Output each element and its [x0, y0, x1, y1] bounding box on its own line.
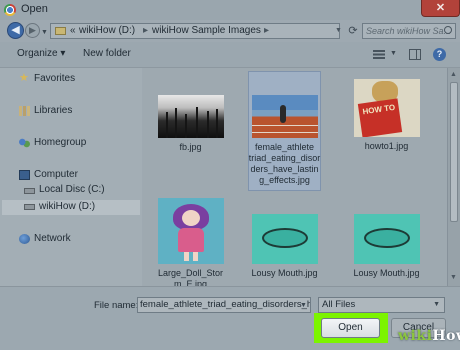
- scroll-down-icon[interactable]: ▼: [450, 274, 457, 281]
- open-button[interactable]: Open: [321, 318, 380, 338]
- forward-button[interactable]: ▶: [25, 23, 40, 38]
- wikihow-watermark: wikiHow: [398, 328, 460, 344]
- command-bar: Organize ▾ New folder ▼ ?: [0, 42, 460, 68]
- address-bar[interactable]: « wikiHow (D:) ▸ wikiHow Sample Images ▸…: [50, 23, 342, 39]
- back-button[interactable]: ◀: [7, 22, 24, 39]
- refresh-icon[interactable]: ⟳: [346, 23, 360, 39]
- file-name-line: g_effects.jpg: [259, 175, 310, 185]
- file-name-line: triad_eating_disor: [248, 153, 321, 163]
- file-thumbnail: HOW TO: [353, 79, 420, 137]
- nav-item-favorites[interactable]: Favorites: [34, 73, 75, 84]
- chrome-app-icon: [4, 4, 16, 16]
- file-name-line: ders_have_lastin: [250, 164, 319, 174]
- file-item[interactable]: HOW TO howto1.jpg: [344, 79, 429, 152]
- watermark-prefix: wiki: [398, 328, 433, 344]
- file-type-value: All Files: [322, 299, 356, 310]
- nav-item-network[interactable]: Network: [34, 233, 71, 244]
- file-name-input[interactable]: female_athlete_triad_eating_disorders_h: [137, 297, 311, 313]
- history-dropdown-icon[interactable]: ▼: [41, 29, 48, 36]
- file-name: female_athlete triad_eating_disor ders_h…: [242, 142, 327, 186]
- nav-item-wikihow-drive[interactable]: wikiHow (D:): [39, 201, 95, 212]
- computer-icon: [19, 170, 30, 180]
- file-type-dropdown-icon[interactable]: ▼: [433, 298, 440, 312]
- file-name-label: File name:: [94, 300, 139, 311]
- drive-icon: [24, 188, 35, 194]
- book-cover-text: HOW TO: [357, 98, 402, 137]
- file-thumbnail: [251, 214, 318, 264]
- file-thumbnail: [353, 214, 420, 264]
- search-placeholder: Search wikiHow Sa...: [366, 26, 452, 36]
- scrollbar-thumb[interactable]: [450, 82, 458, 222]
- search-icon[interactable]: [444, 26, 452, 34]
- file-thumbnail: [157, 198, 224, 264]
- file-item[interactable]: Large_Doll_Stor m_E.jpg: [148, 198, 233, 290]
- file-item-selected[interactable]: female_athlete triad_eating_disor ders_h…: [242, 95, 327, 186]
- nav-item-homegroup[interactable]: Homegroup: [34, 137, 86, 148]
- network-icon: [19, 234, 30, 244]
- file-item[interactable]: Lousy Mouth.jpg: [344, 214, 429, 279]
- scroll-up-icon[interactable]: ▲: [450, 71, 457, 78]
- file-name: Lousy Mouth.jpg: [353, 268, 420, 278]
- file-name: Lousy Mouth.jpg: [251, 268, 318, 278]
- organize-menu[interactable]: Organize ▾: [17, 48, 65, 59]
- title-bar: Open ✕: [0, 0, 460, 20]
- nav-item-computer[interactable]: Computer: [34, 169, 78, 180]
- nav-item-libraries[interactable]: Libraries: [34, 105, 72, 116]
- change-view-icon[interactable]: [373, 50, 385, 59]
- close-button[interactable]: ✕: [421, 0, 460, 17]
- file-name-line: female_athlete: [254, 142, 315, 152]
- drive-icon: [24, 204, 35, 210]
- star-icon: ★: [19, 72, 29, 84]
- homegroup-icon: [19, 138, 30, 148]
- breadcrumb-separator-icon[interactable]: ▸: [264, 24, 269, 38]
- watermark-suffix: How: [432, 328, 460, 344]
- folder-icon: [55, 27, 66, 35]
- breadcrumb-separator-icon[interactable]: ▸: [143, 24, 148, 38]
- preview-pane-icon[interactable]: [409, 49, 421, 60]
- open-dialog: Open ✕ ◀ ▶ ▼ « wikiHow (D:) ▸ wikiHow Sa…: [0, 0, 460, 350]
- breadcrumb-drive[interactable]: wikiHow (D:): [79, 24, 135, 38]
- window-title: Open: [21, 3, 48, 15]
- file-thumbnail: [157, 95, 224, 138]
- view-options-dropdown-icon[interactable]: ▼: [390, 50, 397, 57]
- file-name-line: Large_Doll_Stor: [157, 268, 224, 278]
- breadcrumb-overflow[interactable]: «: [70, 24, 76, 38]
- breadcrumb-folder[interactable]: wikiHow Sample Images: [152, 24, 261, 38]
- file-name: fb.jpg: [179, 142, 202, 152]
- file-name-dropdown-icon[interactable]: ▼: [300, 302, 307, 309]
- file-item[interactable]: fb.jpg: [148, 95, 233, 153]
- address-dropdown-icon[interactable]: ▼: [335, 24, 342, 38]
- navigation-pane: ★ Favorites Libraries Homegroup Computer…: [0, 68, 142, 286]
- help-icon[interactable]: ?: [433, 48, 446, 61]
- file-item[interactable]: Lousy Mouth.jpg: [242, 214, 327, 279]
- nav-item-local-disc[interactable]: Local Disc (C:): [39, 184, 105, 195]
- libraries-icon: [19, 106, 30, 116]
- new-folder-button[interactable]: New folder: [83, 48, 131, 59]
- file-type-select[interactable]: All Files ▼: [318, 297, 445, 313]
- file-name: howto1.jpg: [364, 141, 409, 151]
- file-thumbnail: [251, 95, 318, 138]
- search-input[interactable]: Search wikiHow Sa...: [362, 23, 456, 39]
- vertical-scrollbar[interactable]: ▲ ▼: [447, 68, 460, 286]
